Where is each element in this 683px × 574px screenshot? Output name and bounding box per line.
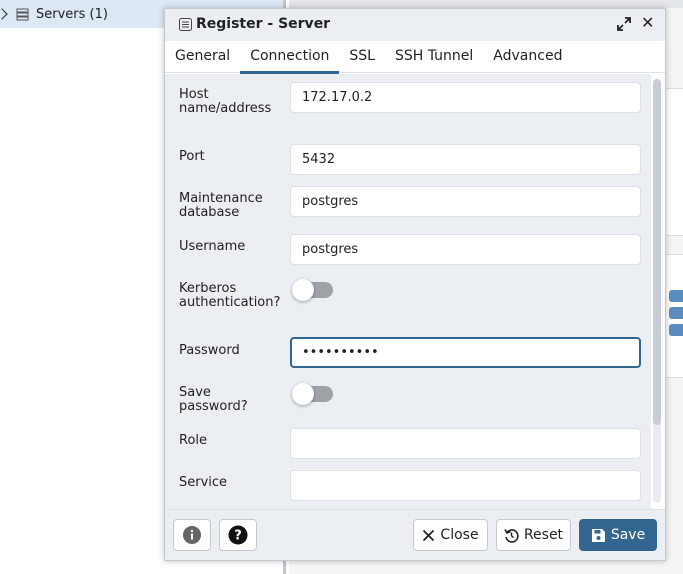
tab-general[interactable]: General [165,41,240,73]
password-label: Password [179,343,240,358]
maintenance-db-input[interactable]: postgres [290,186,641,217]
save-password-label: Save password? [179,385,248,414]
server-icon [179,18,192,31]
connection-form: Host name/address 172.17.0.2 Port 5432 M… [165,74,651,510]
maintenance-db-label: Maintenance database [179,191,263,220]
username-label: Username [179,239,246,254]
svg-text:?: ? [234,529,242,544]
dashboard-tabstrip [289,0,683,8]
help-icon: ? [228,525,248,545]
reset-button[interactable]: Reset [496,519,571,551]
dashboard-link-button[interactable] [669,324,683,336]
help-button[interactable]: ? [219,519,257,551]
chevron-right-icon[interactable] [0,8,8,20]
floppy-disk-icon [591,528,605,542]
username-input[interactable]: postgres [290,234,641,265]
dialog-title: Register - Server [196,16,331,32]
tab-connection[interactable]: Connection [240,41,340,74]
port-label: Port [179,149,205,164]
reset-button-label: Reset [523,527,564,543]
dialog-footer: ? Close Reset Save [165,509,665,560]
dialog-tabs: General Connection SSL SSH Tunnel Advanc… [165,41,665,74]
host-label: Host name/address [179,87,272,116]
tree-item-label: Servers (1) [36,6,108,22]
tab-advanced[interactable]: Advanced [483,41,572,73]
port-input[interactable]: 5432 [290,144,641,175]
host-input[interactable]: 172.17.0.2 [290,82,641,113]
save-button[interactable]: Save [579,519,657,551]
tab-ssl[interactable]: SSL [339,41,385,73]
reset-icon [504,528,519,543]
register-server-dialog: Register - Server ✕ General Connection S… [164,8,666,561]
info-icon [183,526,201,544]
role-label: Role [179,433,208,448]
service-input[interactable] [290,470,641,501]
dashboard-link-button[interactable] [669,307,683,319]
scrollbar-thumb[interactable] [653,79,661,425]
form-scrollbar[interactable] [653,79,661,503]
kerberos-toggle[interactable] [292,279,333,301]
password-input[interactable]: •••••••••• [290,337,641,368]
close-button-label: Close [440,527,479,543]
server-group-icon [16,8,29,20]
dashboard-link-button[interactable] [669,290,683,302]
role-input[interactable] [290,428,641,459]
info-button[interactable] [173,519,211,551]
service-label: Service [179,475,228,490]
save-button-label: Save [610,527,646,543]
close-icon[interactable]: ✕ [641,15,655,31]
kerberos-label: Kerberos authentication? [179,281,281,310]
dialog-header[interactable]: Register - Server ✕ [165,9,665,41]
tab-ssh-tunnel[interactable]: SSH Tunnel [385,41,483,73]
close-button[interactable]: Close [413,519,488,551]
close-x-icon [423,529,435,541]
save-password-toggle[interactable] [292,383,333,405]
toggle-knob [292,383,314,405]
toggle-knob [292,279,314,301]
maximize-icon[interactable] [617,17,631,31]
